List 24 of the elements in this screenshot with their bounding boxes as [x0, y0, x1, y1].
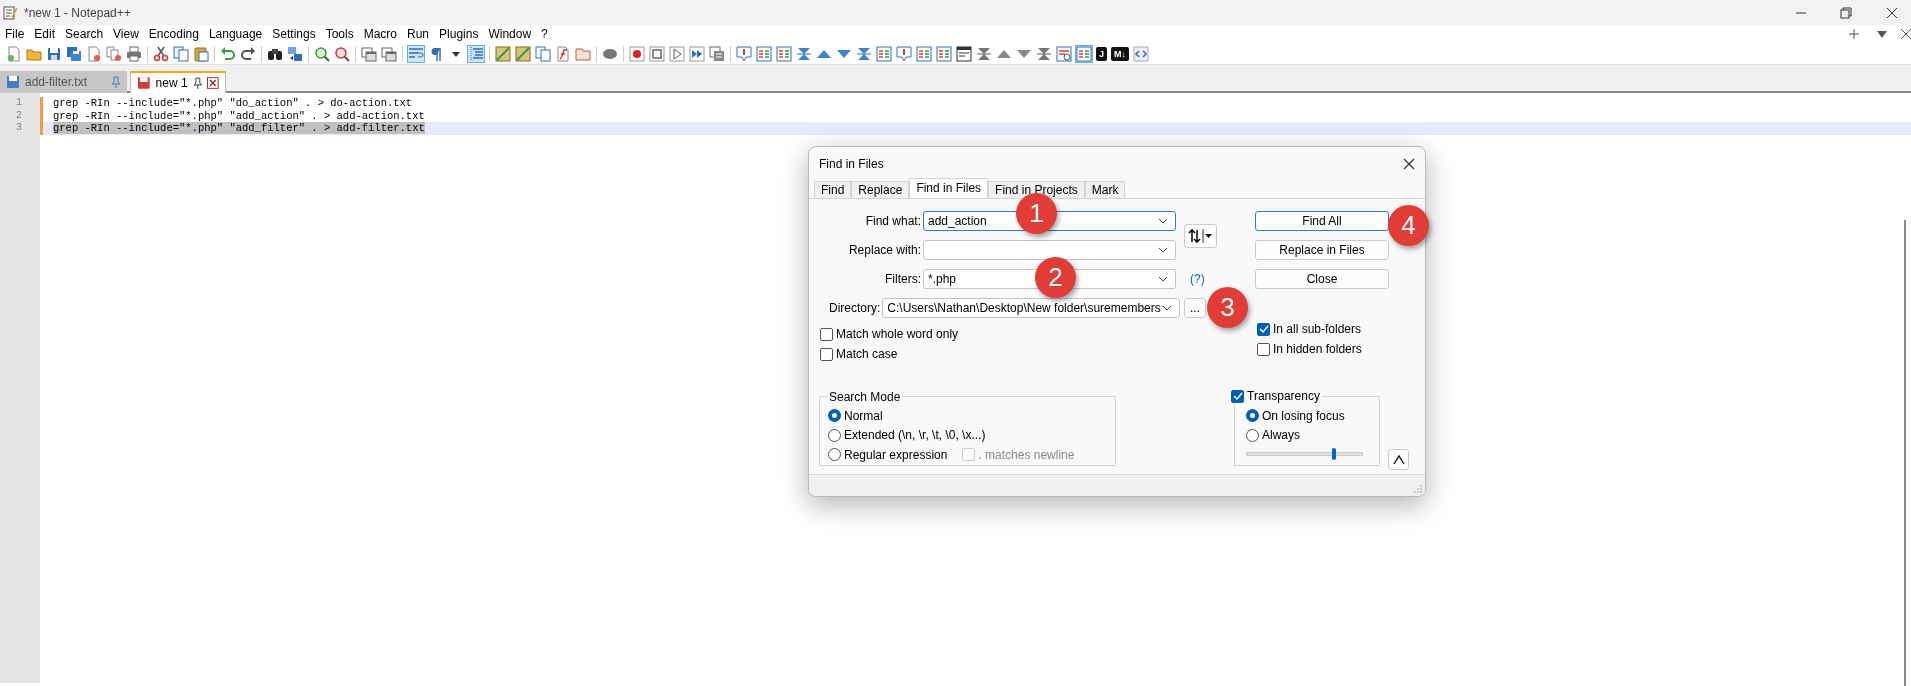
code-line: grep -RIn --include="*.php" "add_action" . > add-action.txt — [53, 109, 425, 122]
radio-label: Regular expression — [844, 446, 948, 464]
tab-label: new 1 — [155, 75, 188, 92]
code-line: grep -RIn --include="*.php" "do_action" . > do-action.txt — [53, 97, 413, 109]
checkbox-label: Transparency — [1247, 388, 1320, 404]
radio-label: Always — [1262, 427, 1300, 445]
checkbox-label: Match whole word only — [836, 326, 959, 343]
line-number: 1 — [15, 97, 23, 110]
radio-label: Normal — [844, 407, 883, 425]
line-number: 3 — [15, 122, 23, 135]
radio-label: Extended (\n, \r, \t, \0, \x...) — [844, 427, 986, 445]
field-label: Find what: — [864, 213, 921, 230]
tab-label: add-filter.txt — [25, 74, 88, 91]
checkbox-label: Match case — [836, 346, 898, 363]
checkbox-label: In all sub-folders — [1273, 321, 1362, 338]
field-label: Replace with: — [847, 242, 921, 259]
checkbox-label: . matches newline — [978, 446, 1075, 464]
checkbox-label: In hidden folders — [1273, 341, 1362, 358]
field-label: Directory: — [829, 300, 881, 317]
dialog-title: Find in Files — [819, 155, 884, 173]
window-title: *new 1 - Notepad++ — [24, 4, 131, 22]
radio-label: On losing focus — [1262, 407, 1345, 425]
line-number: 2 — [15, 109, 23, 122]
field-label: Filters: — [884, 271, 921, 288]
